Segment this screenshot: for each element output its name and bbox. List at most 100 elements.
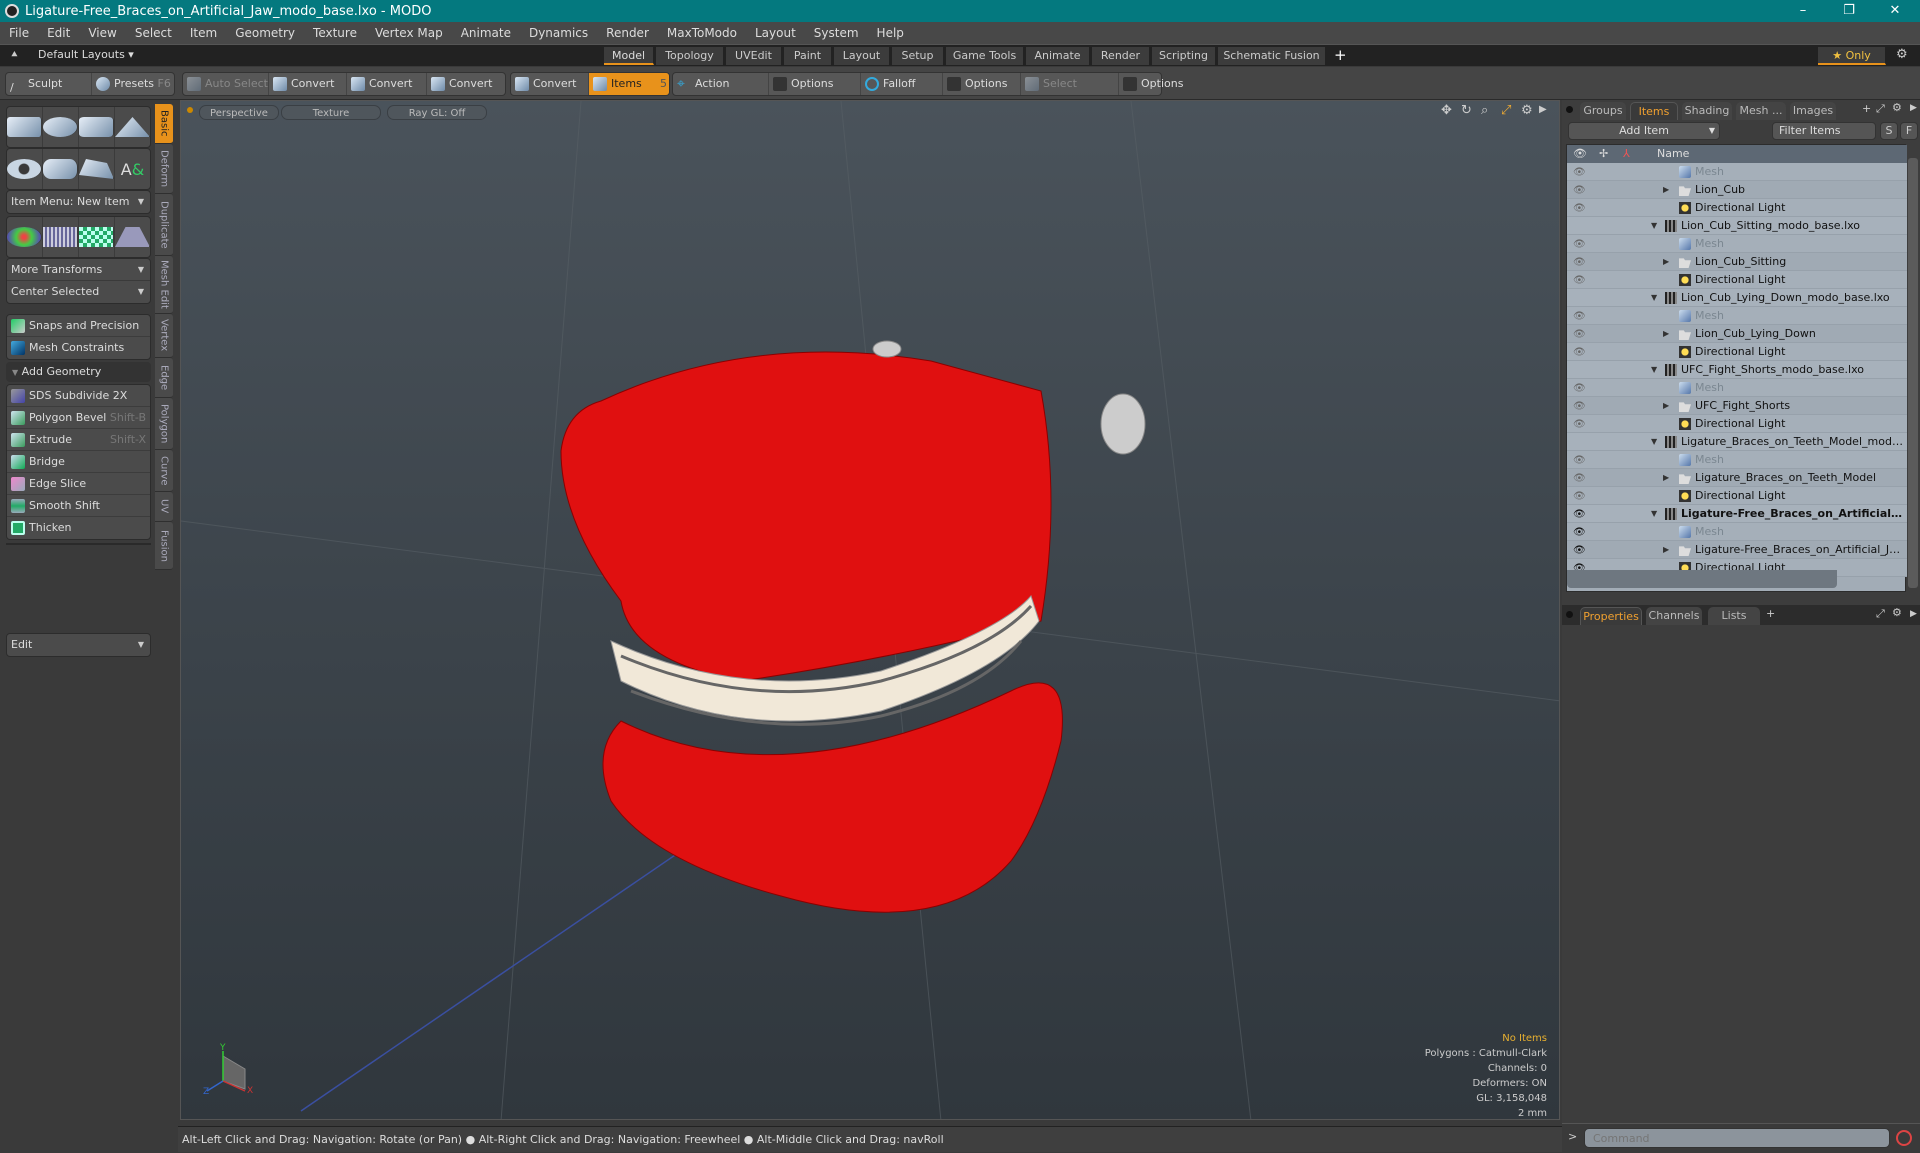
expand-arrow-icon[interactable]: ▶	[1663, 541, 1669, 559]
add-item-button[interactable]: Add Item ▼	[1568, 122, 1720, 140]
tab-scripting[interactable]: Scripting	[1152, 47, 1216, 65]
menu-item[interactable]: Item	[181, 26, 226, 40]
visibility-eye-icon[interactable]: 👁	[1573, 164, 1587, 182]
sphere-icon[interactable]	[43, 107, 79, 147]
list-item[interactable]: 👁 Mesh	[1567, 163, 1907, 181]
list-item[interactable]: 👁 Mesh	[1567, 451, 1907, 469]
auto-select-button[interactable]: Auto Select	[183, 73, 269, 95]
text-icon[interactable]: A &	[115, 149, 150, 189]
lock-column-icon[interactable]: ✢	[1599, 145, 1608, 163]
list-item[interactable]: 👁 ▶ Ligature_Braces_on_Teeth_Model	[1567, 469, 1907, 487]
uv-grid-icon[interactable]	[43, 217, 79, 257]
gear-icon[interactable]: ⚙	[1896, 47, 1908, 62]
transform-icon[interactable]	[7, 217, 43, 257]
cylinder-icon[interactable]	[79, 107, 115, 147]
visibility-column-icon[interactable]: 👁	[1573, 145, 1587, 163]
list-item[interactable]: 👁 Directional Light	[1567, 271, 1907, 289]
horizontal-scrollbar[interactable]	[1567, 570, 1837, 588]
list-item[interactable]: ▼ Ligature_Braces_on_Teeth_Model_modo_b…	[1567, 433, 1907, 451]
tab-channels[interactable]: Channels	[1646, 607, 1702, 625]
tab-layout[interactable]: Layout	[834, 47, 890, 65]
tab-game-tools[interactable]: Game Tools	[946, 47, 1024, 65]
list-item[interactable]: 👁 Directional Light	[1567, 487, 1907, 505]
menu-layout[interactable]: Layout	[746, 26, 805, 40]
vtab-curve[interactable]: Curve	[155, 450, 173, 492]
visibility-eye-icon[interactable]: 👁	[1573, 416, 1587, 434]
list-item[interactable]: 👁 ▶ UFC_Fight_Shorts	[1567, 397, 1907, 415]
action-center-options-button[interactable]: Options	[769, 73, 861, 95]
pen-icon[interactable]	[79, 149, 115, 189]
tab-render[interactable]: Render	[1092, 47, 1150, 65]
menu-render[interactable]: Render	[597, 26, 658, 40]
add-tab-icon[interactable]: +	[1862, 102, 1871, 115]
list-item[interactable]: 👁 ▶ Lion_Cub_Lying_Down	[1567, 325, 1907, 343]
visibility-eye-icon[interactable]: 👁	[1573, 344, 1587, 362]
expand-arrow-icon[interactable]: ▶	[1663, 181, 1669, 199]
name-column-header[interactable]: Name	[1657, 145, 1689, 163]
f-toggle-button[interactable]: F	[1900, 122, 1918, 140]
convert-edge-button[interactable]: Convert	[347, 73, 427, 95]
tab-topology[interactable]: Topology	[656, 47, 724, 65]
tab-groups[interactable]: Groups	[1580, 102, 1626, 120]
collapse-arrow-icon[interactable]: ▼	[1651, 505, 1657, 523]
center-selected-dropdown[interactable]: Center Selected ▼	[7, 281, 150, 303]
collapse-arrow-icon[interactable]: ▼	[1651, 217, 1657, 235]
menu-dynamics[interactable]: Dynamics	[520, 26, 597, 40]
expand-icon[interactable]: ⤢	[1876, 102, 1885, 116]
menu-maxtomodo[interactable]: MaxToModo	[658, 26, 746, 40]
tab-properties[interactable]: Properties	[1580, 607, 1642, 625]
tab-shading[interactable]: Shading	[1682, 102, 1732, 120]
falloff-button[interactable]: Falloff	[861, 73, 943, 95]
list-item[interactable]: ▼ Lion_Cub_Lying_Down_modo_base.lxo	[1567, 289, 1907, 307]
menu-geometry[interactable]: Geometry	[226, 26, 304, 40]
menu-animate[interactable]: Animate	[452, 26, 520, 40]
vtab-basic[interactable]: Basic	[155, 104, 173, 144]
presets-button[interactable]: Presets F6	[92, 73, 176, 95]
list-item[interactable]: ▼ UFC_Fight_Shorts_modo_base.lxo	[1567, 361, 1907, 379]
item-menu-dropdown[interactable]: Item Menu: New Item ▼	[6, 190, 151, 214]
record-icon[interactable]	[1896, 1130, 1912, 1146]
filter-items-input[interactable]: Filter Items	[1772, 122, 1876, 140]
visibility-eye-icon[interactable]: 👁	[1573, 380, 1587, 398]
maximize-button[interactable]: ❐	[1826, 0, 1872, 22]
list-item[interactable]: 👁 ▶ Lion_Cub	[1567, 181, 1907, 199]
only-button[interactable]: ★ Only	[1818, 47, 1886, 65]
menu-select[interactable]: Select	[126, 26, 181, 40]
gear-icon[interactable]: ⚙	[1892, 606, 1902, 619]
vtab-vertex[interactable]: Vertex	[155, 314, 173, 358]
menu-view[interactable]: View	[79, 26, 125, 40]
menu-system[interactable]: System	[805, 26, 868, 40]
list-item[interactable]: 👁 ▼ Ligature-Free_Braces_on_Artificial_ …	[1567, 505, 1907, 523]
tab-animate[interactable]: Animate	[1026, 47, 1090, 65]
tool-sds-subdivide[interactable]: SDS Subdivide 2X	[7, 385, 150, 407]
vertical-scrollbar[interactable]	[1908, 158, 1918, 588]
convert-item-button[interactable]: Convert	[511, 73, 589, 95]
collapse-icon[interactable]: ⯅	[10, 48, 19, 62]
perspective-grid-icon[interactable]	[115, 217, 150, 257]
visibility-eye-icon[interactable]: 👁	[1573, 326, 1587, 344]
visibility-eye-icon[interactable]: 👁	[1573, 398, 1587, 416]
panel-menu-icon[interactable]	[1566, 611, 1573, 618]
tab-lists[interactable]: Lists	[1708, 607, 1760, 625]
tab-items[interactable]: Items	[1630, 102, 1678, 120]
command-input[interactable]	[1584, 1128, 1890, 1148]
vtab-deform[interactable]: Deform	[155, 144, 173, 194]
cone-icon[interactable]	[115, 107, 150, 147]
vtab-mesh-edit[interactable]: Mesh Edit	[155, 256, 173, 314]
tool-extrude[interactable]: Extrude Shift-X	[7, 429, 150, 451]
visibility-eye-icon[interactable]: 👁	[1573, 254, 1587, 272]
falloff-options-button[interactable]: Options	[943, 73, 1021, 95]
menu-edit[interactable]: Edit	[38, 26, 79, 40]
tool-thicken[interactable]: Thicken	[7, 517, 150, 539]
visibility-eye-icon[interactable]: 👁	[1573, 542, 1587, 560]
menu-texture[interactable]: Texture	[304, 26, 366, 40]
convert-vertex-button[interactable]: Convert	[269, 73, 347, 95]
arrow-right-icon[interactable]: ▶	[1910, 103, 1917, 113]
axis-column-icon[interactable]: ⅄	[1623, 145, 1630, 163]
more-transforms-dropdown[interactable]: More Transforms ▼	[7, 259, 150, 281]
arrow-right-icon[interactable]: ▶	[1910, 609, 1917, 619]
close-button[interactable]: ✕	[1872, 0, 1918, 22]
vtab-edge[interactable]: Edge	[155, 358, 173, 398]
panel-menu-icon[interactable]	[1566, 106, 1573, 113]
minimize-button[interactable]: –	[1780, 0, 1826, 22]
